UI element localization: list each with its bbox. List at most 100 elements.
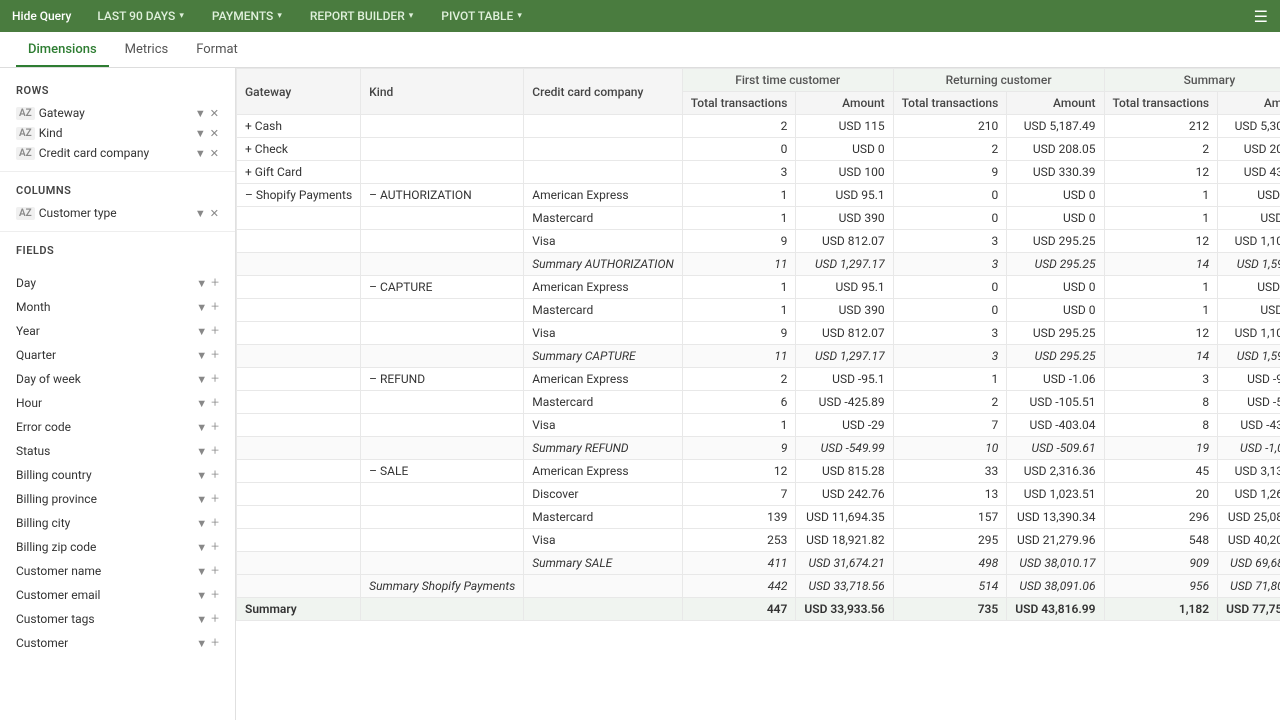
add-field-icon[interactable]: + [211, 515, 219, 531]
hide-query-button[interactable]: Hide Query [12, 9, 83, 23]
filter-icon[interactable]: ▼ [195, 107, 206, 120]
filter-icon[interactable]: ▼ [196, 421, 207, 434]
cell-cc: American Express [524, 276, 683, 299]
cell-cc: Visa [524, 322, 683, 345]
table-row: + Cash 2 USD 115 210 USD 5,187.49 212 US… [237, 115, 1280, 138]
cell-s-amt: USD 1,107.32 [1218, 230, 1280, 253]
filter-icon[interactable]: ▼ [196, 493, 207, 506]
filter-icon[interactable]: ▼ [196, 565, 207, 578]
add-field-icon[interactable]: + [211, 443, 219, 459]
filter-icon[interactable]: ▼ [196, 397, 207, 410]
tab-metrics[interactable]: Metrics [113, 34, 181, 67]
filter-icon[interactable]: ▼ [196, 517, 207, 530]
filter-icon[interactable]: ▼ [196, 277, 207, 290]
add-field-icon[interactable]: + [211, 635, 219, 651]
filter-icon[interactable]: ▼ [196, 541, 207, 554]
cell-kind [361, 414, 524, 437]
nav-report-builder[interactable]: REPORT BUILDER ▾ [296, 0, 427, 32]
filter-icon[interactable]: ▼ [196, 349, 207, 362]
table-row: Visa 253 USD 18,921.82 295 USD 21,279.96… [237, 529, 1280, 552]
tab-dimensions[interactable]: Dimensions [16, 34, 109, 67]
col-ct-label: Customer type [39, 206, 191, 220]
add-field-icon[interactable]: + [211, 611, 219, 627]
cell-cc: Mastercard [524, 391, 683, 414]
main-table-area: Gateway Kind Credit card company First t… [236, 68, 1280, 720]
cell-gateway: + Check [237, 138, 361, 161]
col-customer-type: AZ Customer type ▼ ✕ [0, 203, 235, 223]
row-credit-card: AZ Credit card company ▼ ✕ [0, 143, 235, 163]
tab-format[interactable]: Format [184, 34, 250, 67]
filter-icon[interactable]: ▼ [195, 127, 206, 140]
cell-kind [361, 299, 524, 322]
cell-s-tx: 212 [1104, 115, 1218, 138]
col-group-returning: Returning customer [893, 69, 1104, 92]
cell-cc [524, 138, 683, 161]
cell-rt-tx: 735 [893, 598, 1007, 621]
field-row: Month ▼ + [0, 295, 235, 319]
cell-ft-amt: USD 1,297.17 [796, 253, 893, 276]
remove-icon[interactable]: ✕ [210, 107, 219, 120]
filter-icon[interactable]: ▼ [196, 469, 207, 482]
field-label: Billing province [16, 492, 192, 506]
cell-gateway [237, 414, 361, 437]
cell-rt-amt: USD 0 [1007, 276, 1104, 299]
cell-s-amt: USD 69,684.38 [1218, 552, 1280, 575]
field-row: Customer email▼+ [0, 583, 235, 607]
filter-icon[interactable]: ▼ [196, 613, 207, 626]
add-field-icon[interactable]: + [211, 539, 219, 555]
add-field-icon[interactable]: + [211, 467, 219, 483]
cell-gateway [237, 322, 361, 345]
cell-s-tx: 296 [1104, 506, 1218, 529]
add-field-icon[interactable]: + [211, 347, 219, 363]
cell-ft-amt: USD -29 [796, 414, 893, 437]
cell-ft-amt: USD 0 [796, 138, 893, 161]
field-row: Customer▼+ [0, 631, 235, 655]
add-field-icon[interactable]: + [211, 491, 219, 507]
nav-payments[interactable]: PAYMENTS ▾ [198, 0, 296, 32]
cell-gateway [237, 299, 361, 322]
cell-gateway [237, 253, 361, 276]
col-group-first-time: First time customer [682, 69, 893, 92]
remove-icon[interactable]: ✕ [210, 207, 219, 220]
col-rt-tx: Total transactions [893, 92, 1007, 115]
cell-s-tx: 1 [1104, 207, 1218, 230]
filter-icon[interactable]: ▼ [196, 325, 207, 338]
filter-icon[interactable]: ▼ [196, 301, 207, 314]
remove-icon[interactable]: ✕ [210, 147, 219, 160]
filter-icon[interactable]: ▼ [196, 373, 207, 386]
add-field-icon[interactable]: + [211, 563, 219, 579]
filter-icon[interactable]: ▼ [196, 445, 207, 458]
menu-icon[interactable]: ☰ [1254, 7, 1268, 26]
nav-last-90-days[interactable]: LAST 90 DAYS ▾ [83, 0, 198, 32]
filter-icon[interactable]: ▼ [196, 637, 207, 650]
cell-rt-tx: 1 [893, 368, 1007, 391]
cell-cc: American Express [524, 368, 683, 391]
cell-gateway [237, 437, 361, 460]
add-field-icon[interactable]: + [211, 299, 219, 315]
cell-ft-amt: USD 100 [796, 161, 893, 184]
add-field-icon[interactable]: + [211, 395, 219, 411]
filter-icon[interactable]: ▼ [195, 207, 206, 220]
cell-rt-tx: 10 [893, 437, 1007, 460]
field-label: Month [16, 300, 192, 314]
cell-s-amt: USD -1,059.6 [1218, 437, 1280, 460]
cell-ft-amt: USD 815.28 [796, 460, 893, 483]
cell-ft-amt: USD 95.1 [796, 276, 893, 299]
cell-cc [524, 161, 683, 184]
field-label: Billing city [16, 516, 192, 530]
add-field-icon[interactable]: + [211, 323, 219, 339]
cell-gateway [237, 368, 361, 391]
cell-rt-amt: USD 295.25 [1007, 253, 1104, 276]
add-field-icon[interactable]: + [211, 419, 219, 435]
add-field-icon[interactable]: + [211, 275, 219, 291]
cell-rt-amt: USD 0 [1007, 299, 1104, 322]
filter-icon[interactable]: ▼ [196, 589, 207, 602]
filter-icon[interactable]: ▼ [195, 147, 206, 160]
add-field-icon[interactable]: + [211, 587, 219, 603]
remove-icon[interactable]: ✕ [210, 127, 219, 140]
cell-rt-tx: 0 [893, 299, 1007, 322]
nav-pivot-table[interactable]: PIVOT TABLE ▾ [427, 0, 536, 32]
cell-s-amt: USD 71,809.62 [1218, 575, 1280, 598]
field-row: Quarter▼+ [0, 343, 235, 367]
add-field-icon[interactable]: + [211, 371, 219, 387]
